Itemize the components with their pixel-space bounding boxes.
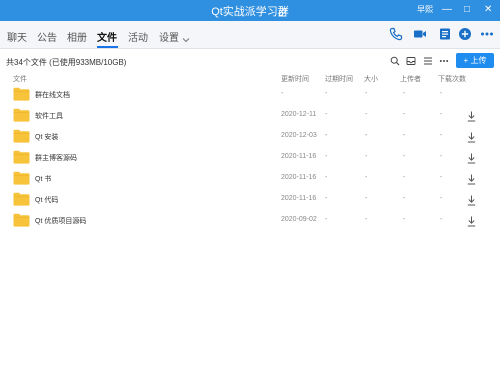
- table-row[interactable]: 软件工具 2020-12-11 - - - -: [0, 105, 500, 126]
- download-count: -: [440, 90, 443, 97]
- table-row[interactable]: Qt 安装 2020-12-03 - - - -: [0, 126, 500, 147]
- storage-summary: 共34个文件 (已使用933MB/10GB): [6, 58, 127, 67]
- tab-files[interactable]: 文件: [97, 29, 117, 44]
- upload-label: 上传: [470, 56, 487, 65]
- expire-time: -: [325, 174, 328, 181]
- video-icon[interactable]: [413, 27, 427, 41]
- edit-pencil-icon[interactable]: [278, 4, 288, 17]
- folder-icon: [13, 192, 30, 206]
- minimize-button[interactable]: —: [442, 3, 452, 17]
- uploader: -: [403, 153, 406, 160]
- tab-chat[interactable]: 聊天: [7, 29, 27, 44]
- folder-icon: [13, 150, 30, 164]
- expire-time: -: [325, 132, 328, 139]
- download-count: -: [440, 195, 443, 202]
- file-name[interactable]: Qt 安装: [35, 132, 58, 142]
- table-row[interactable]: 群在线文档 - - - - -: [0, 84, 500, 105]
- maximize-button[interactable]: □: [464, 3, 470, 17]
- file-size: -: [365, 153, 368, 160]
- tab-settings[interactable]: 设置: [159, 29, 179, 44]
- tab-announcements[interactable]: 公告: [37, 29, 57, 44]
- download-count: -: [440, 216, 443, 223]
- folder-icon: [13, 213, 30, 227]
- expire-time: -: [325, 195, 328, 202]
- header-downloads[interactable]: 下载次数: [438, 74, 466, 84]
- download-count: -: [440, 174, 443, 181]
- file-name[interactable]: 群主博客源码: [35, 153, 77, 163]
- download-icon[interactable]: [467, 151, 476, 164]
- file-name[interactable]: Qt 代码: [35, 195, 58, 205]
- close-button[interactable]: ✕: [484, 3, 492, 17]
- uploader: -: [403, 216, 406, 223]
- title-bar: Qt实战派学习群 早熙 — □ ✕: [0, 0, 500, 21]
- expire-time: -: [325, 90, 328, 97]
- active-tab-indicator: [97, 46, 118, 48]
- tab-bar: 聊天 公告 相册 文件 活动 设置: [0, 21, 500, 49]
- header-name[interactable]: 文件: [13, 74, 27, 84]
- download-icon[interactable]: [467, 130, 476, 143]
- updated-time: 2020-11-16: [281, 195, 317, 202]
- download-icon[interactable]: [467, 172, 476, 185]
- plus-icon: +: [463, 56, 469, 65]
- folder-icon: [13, 87, 30, 101]
- folder-icon: [13, 171, 30, 185]
- header-expire[interactable]: 过期时间: [325, 74, 353, 84]
- whiteboard-icon[interactable]: [438, 27, 452, 41]
- expire-time: -: [325, 111, 328, 118]
- add-icon[interactable]: [458, 27, 472, 41]
- chevron-down-icon[interactable]: [182, 31, 190, 43]
- updated-time: 2020-12-03: [281, 132, 317, 139]
- download-count: -: [440, 111, 443, 118]
- file-size: -: [365, 132, 368, 139]
- tab-activities[interactable]: 活动: [128, 29, 148, 44]
- file-size: -: [365, 195, 368, 202]
- file-size: -: [365, 111, 368, 118]
- file-table-header: 文件 更新时间 过期时间 大小 上传者 下载次数: [0, 72, 500, 84]
- download-icon[interactable]: [467, 214, 476, 227]
- download-icon[interactable]: [467, 109, 476, 122]
- file-name[interactable]: 群在线文档: [35, 90, 70, 100]
- file-size: -: [365, 174, 368, 181]
- folder-icon: [13, 108, 30, 122]
- uploader: -: [403, 111, 406, 118]
- phone-icon[interactable]: [389, 27, 403, 41]
- file-name[interactable]: Qt 书: [35, 174, 51, 184]
- updated-time: 2020-11-16: [281, 153, 317, 160]
- download-count: -: [440, 132, 443, 139]
- more-icon[interactable]: [480, 27, 494, 41]
- expire-time: -: [325, 216, 328, 223]
- header-updated[interactable]: 更新时间: [281, 74, 309, 84]
- uploader: -: [403, 90, 406, 97]
- table-row[interactable]: Qt 代码 2020-11-16 - - - -: [0, 189, 500, 210]
- upload-button[interactable]: + 上传: [456, 53, 494, 68]
- updated-time: 2020-09-02: [281, 216, 317, 223]
- download-icon[interactable]: [467, 193, 476, 206]
- expire-time: -: [325, 153, 328, 160]
- file-name[interactable]: Qt 优质项目源码: [35, 216, 86, 226]
- table-row[interactable]: 群主博客源码 2020-11-16 - - - -: [0, 147, 500, 168]
- header-size[interactable]: 大小: [364, 74, 378, 84]
- uploader: -: [403, 132, 406, 139]
- uploader: -: [403, 195, 406, 202]
- updated-time: 2020-11-16: [281, 174, 317, 181]
- file-size: -: [365, 216, 368, 223]
- list-view-icon[interactable]: [423, 56, 433, 66]
- header-uploader[interactable]: 上传者: [400, 74, 421, 84]
- file-size: -: [365, 90, 368, 97]
- table-row[interactable]: Qt 优质项目源码 2020-09-02 - - - -: [0, 210, 500, 231]
- table-row[interactable]: Qt 书 2020-11-16 - - - -: [0, 168, 500, 189]
- updated-time: -: [281, 90, 284, 97]
- folder-icon: [13, 129, 30, 143]
- uploader: -: [403, 174, 406, 181]
- search-icon[interactable]: [390, 56, 400, 66]
- tab-album[interactable]: 相册: [67, 29, 87, 44]
- download-count: -: [440, 153, 443, 160]
- updated-time: 2020-12-11: [281, 111, 317, 118]
- inbox-icon[interactable]: [406, 56, 416, 66]
- more-options-icon[interactable]: [439, 56, 449, 66]
- user-name[interactable]: 早熙: [417, 3, 433, 17]
- file-name[interactable]: 软件工具: [35, 111, 63, 121]
